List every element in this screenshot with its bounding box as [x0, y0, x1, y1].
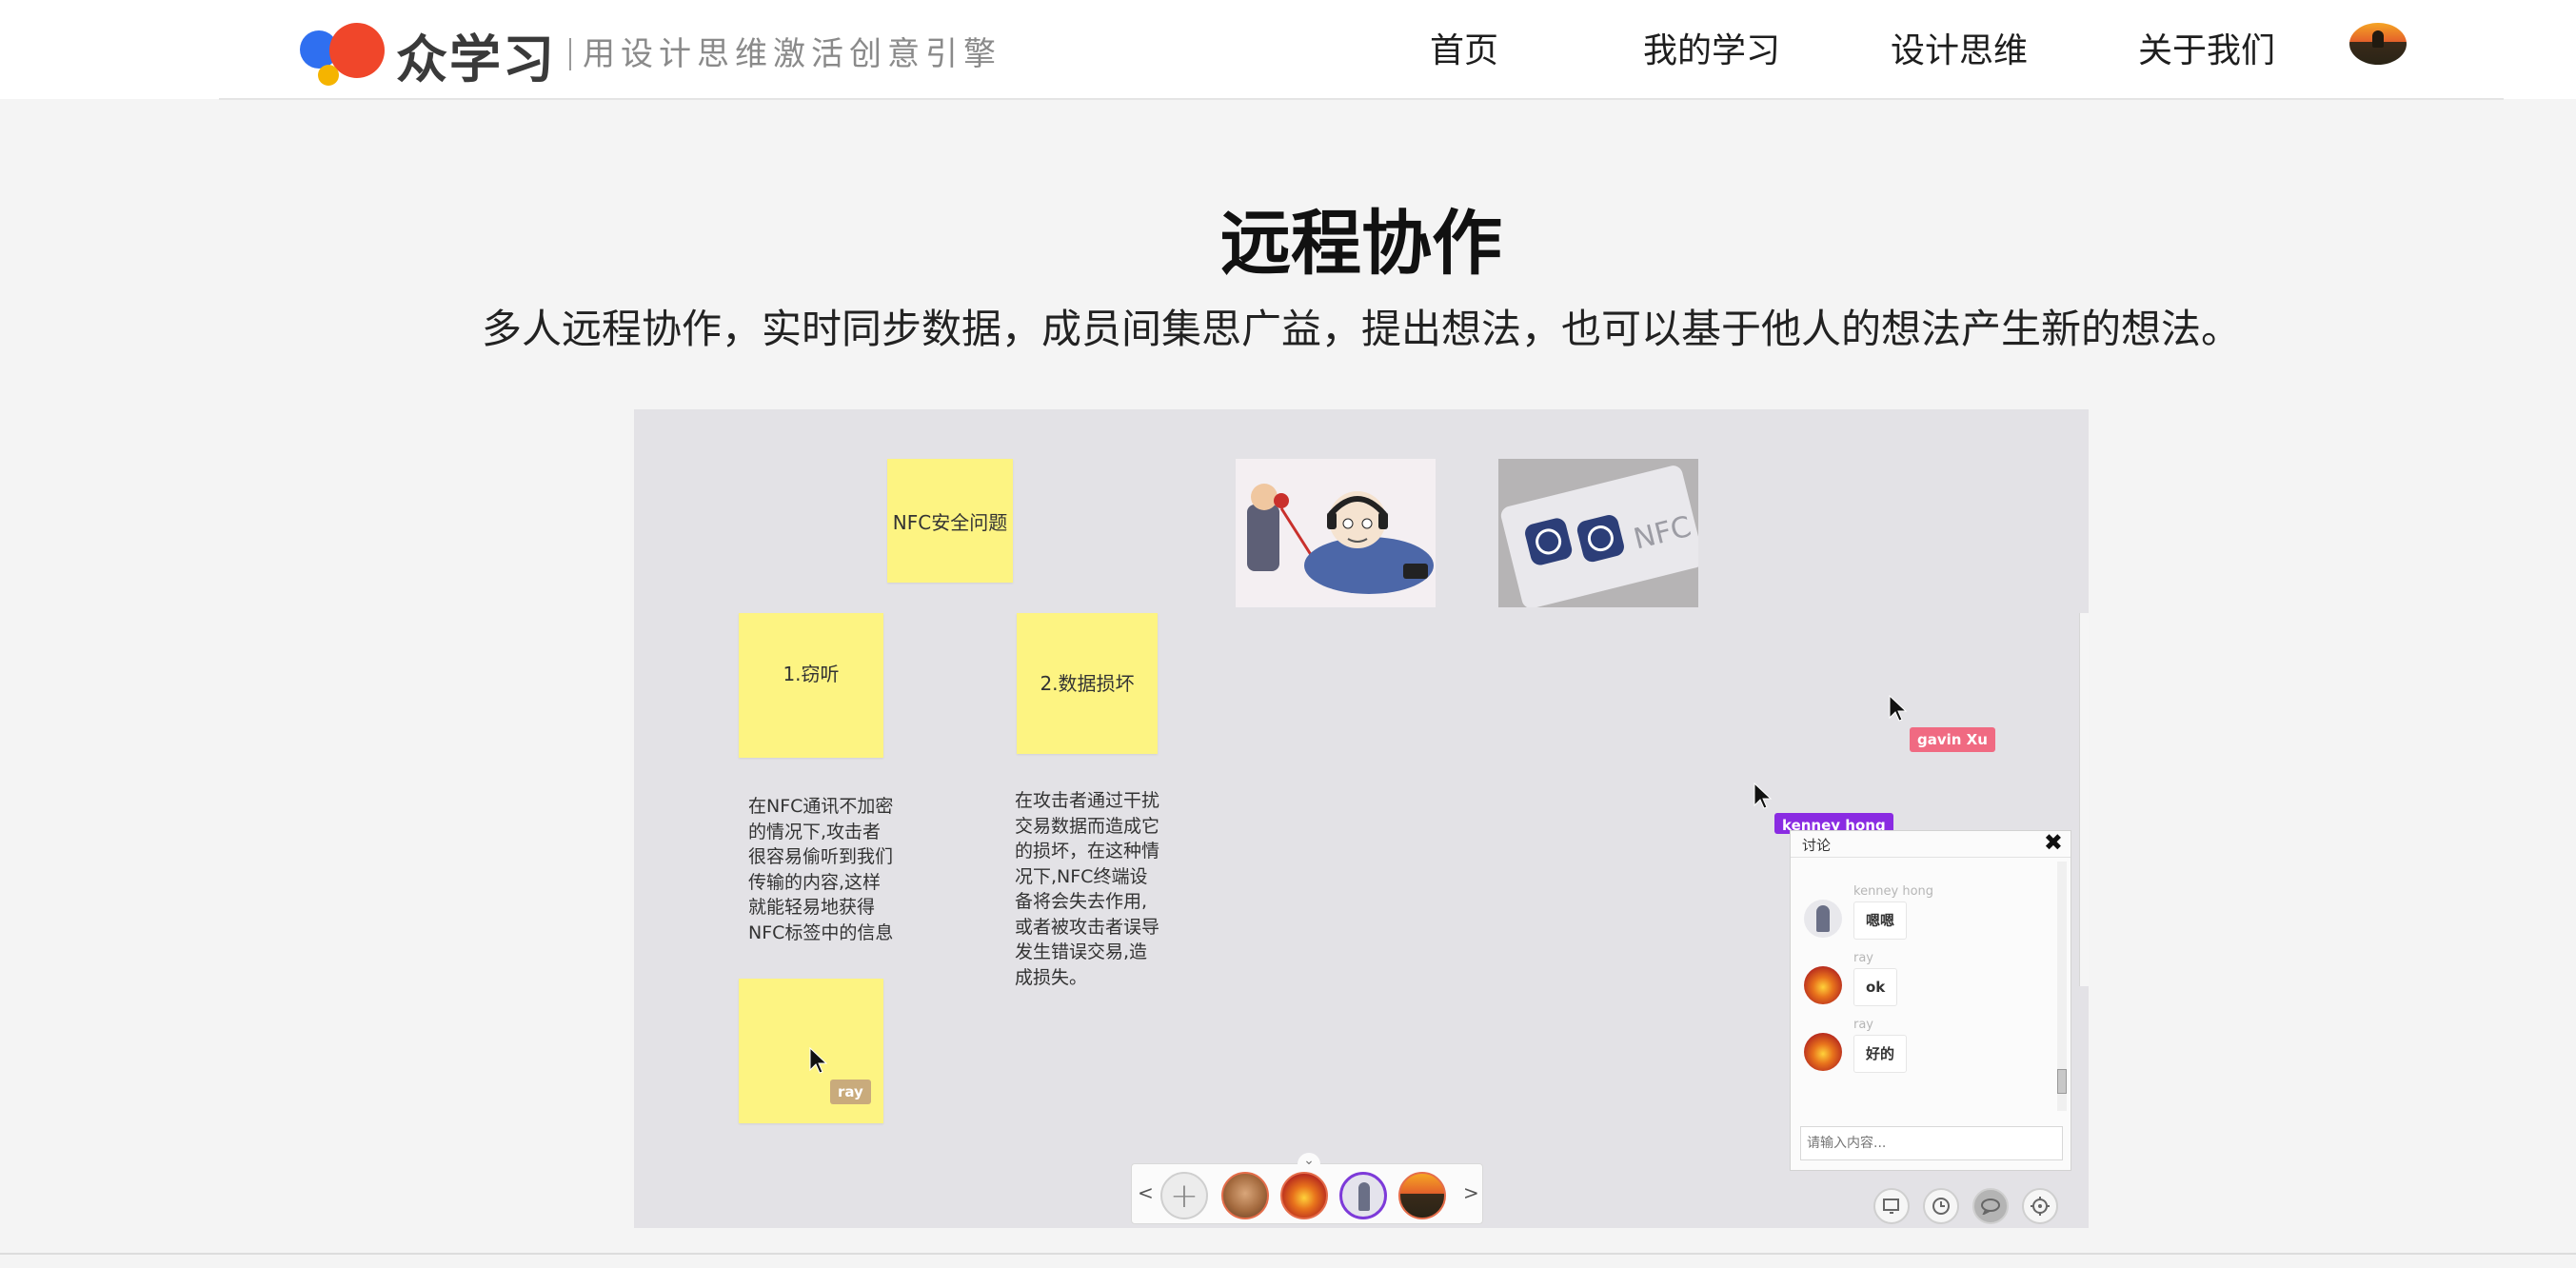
plus-icon: +	[1169, 1176, 1199, 1216]
member-avatar[interactable]	[1221, 1172, 1269, 1219]
members-prev-button[interactable]: <	[1138, 1181, 1154, 1204]
clock-icon[interactable]	[1923, 1188, 1959, 1224]
sticky-note-data-corruption[interactable]: 2.数据损坏	[1017, 613, 1158, 754]
chat-message: kenney hong 嗯嗯	[1804, 884, 2042, 951]
chat-message-user: kenney hong	[1853, 884, 1934, 899]
screen-icon[interactable]	[1873, 1188, 1910, 1224]
add-member-button[interactable]: +	[1160, 1172, 1208, 1219]
avatar	[1804, 1033, 1842, 1071]
close-icon[interactable]: ✖	[2044, 829, 2063, 856]
sticky-note-eavesdrop[interactable]: 1.窃听	[739, 613, 883, 758]
members-next-button[interactable]: >	[1463, 1181, 1479, 1204]
discussion-header: 讨论 ✖	[1791, 829, 2071, 858]
chat-message-text: 好的	[1853, 1035, 1908, 1073]
sticky-note-label: 2.数据损坏	[1040, 672, 1135, 695]
sticky-note-label: 1.窃听	[783, 663, 840, 685]
chat-icon[interactable]	[1972, 1188, 2009, 1224]
text-note-eavesdrop[interactable]: 在NFC通讯不加密 的情况下,攻击者 很容易偷听到我们 传输的内容,这样 就能轻…	[748, 794, 893, 945]
chat-message: ray 好的	[1804, 1018, 2042, 1084]
logo-mark-icon	[297, 21, 392, 88]
member-avatar[interactable]	[1280, 1172, 1328, 1219]
side-panel-edge[interactable]	[2079, 613, 2089, 986]
member-toolbar: ⌄ < + >	[1131, 1153, 1483, 1224]
sticky-note-label: NFC安全问题	[892, 510, 1008, 534]
chat-message-text: ok	[1853, 968, 1898, 1006]
text-note-data-corruption[interactable]: 在攻击者通过干扰 交易数据而造成它 的损坏，在这种情 况下,NFC终端设 备将会…	[1015, 788, 1159, 990]
site-header: 众学习 用设计思维激活创意引擎 首页 我的学习 设计思维 关于我们	[0, 0, 2576, 99]
avatar	[1804, 966, 1842, 1004]
user-avatar[interactable]	[2349, 23, 2407, 65]
scrollbar-thumb[interactable]	[2057, 1069, 2067, 1094]
page-title: 远程协作	[1220, 203, 1502, 285]
logo[interactable]: 众学习 用设计思维激活创意引擎	[297, 21, 1001, 89]
chat-message: ray ok	[1804, 951, 2042, 1018]
discussion-messages[interactable]: kenney hong 嗯嗯 ray ok ray 好的	[1791, 858, 2057, 1115]
spy-cartoon-image[interactable]	[1236, 459, 1436, 607]
page-subtitle: 多人远程协作，实时同步数据，成员间集思广益，提出想法，也可以基于他人的想法产生新…	[481, 306, 2241, 352]
nfc-card-image[interactable]: NFC	[1498, 459, 1698, 607]
chat-input[interactable]	[1800, 1126, 2063, 1160]
nav-my-learning[interactable]: 我的学习	[1643, 25, 1780, 78]
collaboration-board[interactable]: NFC安全问题 1.窃听 2.数据损坏 在NFC通讯不加密 的情况下,攻击者 很…	[634, 409, 2089, 1228]
nav-design-thinking[interactable]: 设计思维	[1891, 25, 2028, 78]
chat-message-user: ray	[1853, 951, 1874, 965]
target-icon[interactable]	[2022, 1188, 2058, 1224]
nav-about-us[interactable]: 关于我们	[2138, 25, 2275, 78]
chat-message-user: ray	[1853, 1018, 1874, 1032]
header-divider	[219, 98, 2504, 100]
nav-home[interactable]: 首页	[1430, 25, 1498, 78]
avatar	[1804, 900, 1842, 938]
chevron-down-icon[interactable]: ⌄	[1298, 1153, 1320, 1168]
cursor-label-gavin: gavin Xu	[1910, 727, 1995, 752]
member-avatar[interactable]	[1398, 1172, 1446, 1219]
cursor-label-ray: ray	[830, 1080, 871, 1104]
chat-message-text: 嗯嗯	[1853, 901, 1908, 940]
discussion-title: 讨论	[1802, 837, 1832, 854]
member-avatar[interactable]	[1339, 1172, 1387, 1219]
discussion-panel: 讨论 ✖ kenney hong 嗯嗯 ray ok ray 好的	[1790, 829, 2071, 1171]
footer-divider	[0, 1253, 2576, 1255]
brand-name: 众学习	[396, 29, 556, 89]
discussion-scrollbar[interactable]	[2057, 862, 2067, 1111]
sticky-note-nfc-security[interactable]: NFC安全问题	[887, 459, 1013, 583]
brand-slogan: 用设计思维激活创意引擎	[569, 38, 1001, 70]
